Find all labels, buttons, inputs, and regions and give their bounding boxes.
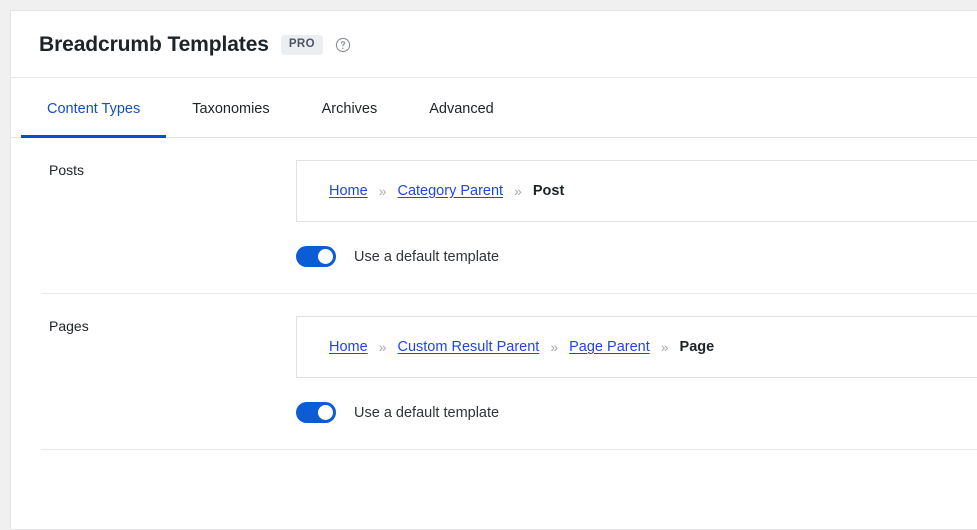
default-template-toggle-posts[interactable] bbox=[296, 246, 336, 267]
breadcrumb-current-page: Page bbox=[679, 339, 715, 355]
page-title: Breadcrumb Templates bbox=[39, 32, 269, 56]
toggle-knob bbox=[318, 405, 333, 420]
help-circle-icon[interactable] bbox=[335, 37, 351, 53]
breadcrumb: Home » Custom Result Parent » Page Paren… bbox=[329, 339, 714, 355]
settings-row-pages: Pages Home » Custom Result Parent » Page… bbox=[41, 294, 977, 450]
breadcrumb-preview-posts: Home » Category Parent » Post bbox=[296, 160, 977, 222]
breadcrumb-preview-pages: Home » Custom Result Parent » Page Paren… bbox=[296, 316, 977, 378]
toggle-label-pages: Use a default template bbox=[354, 404, 500, 421]
breadcrumb: Home » Category Parent » Post bbox=[329, 183, 564, 199]
tab-advanced[interactable]: Advanced bbox=[403, 101, 520, 139]
page-header: Breadcrumb Templates PRO bbox=[11, 11, 977, 78]
row-label-pages: Pages bbox=[49, 318, 89, 334]
breadcrumb-separator-icon: » bbox=[378, 183, 387, 199]
pro-badge: PRO bbox=[280, 35, 323, 55]
toggle-row-posts: Use a default template bbox=[296, 246, 977, 267]
breadcrumb-link-home[interactable]: Home bbox=[329, 339, 368, 355]
breadcrumb-link-category-parent[interactable]: Category Parent bbox=[397, 183, 503, 199]
breadcrumb-separator-icon: » bbox=[514, 183, 522, 199]
breadcrumb-link-custom-result-parent[interactable]: Custom Result Parent bbox=[397, 339, 539, 355]
breadcrumb-separator-icon: » bbox=[660, 339, 669, 355]
tab-taxonomies[interactable]: Taxonomies bbox=[166, 101, 295, 139]
toggle-row-pages: Use a default template bbox=[296, 402, 977, 423]
default-template-toggle-pages[interactable] bbox=[296, 402, 336, 423]
settings-panel: Breadcrumb Templates PRO Content Types T… bbox=[10, 10, 977, 530]
tab-bar: Content Types Taxonomies Archives Advanc… bbox=[11, 78, 977, 138]
row-content-pages: Home » Custom Result Parent » Page Paren… bbox=[296, 316, 977, 423]
breadcrumb-separator-icon: » bbox=[378, 339, 387, 355]
toggle-knob bbox=[318, 249, 333, 264]
breadcrumb-link-home[interactable]: Home bbox=[329, 183, 368, 199]
breadcrumb-separator-icon: » bbox=[550, 339, 559, 355]
toggle-label-posts: Use a default template bbox=[354, 248, 500, 265]
breadcrumb-link-page-parent[interactable]: Page Parent bbox=[569, 339, 650, 355]
settings-row-posts: Posts Home » Category Parent » Post Use … bbox=[41, 138, 977, 294]
breadcrumb-current-post: Post bbox=[532, 183, 565, 199]
row-label-posts: Posts bbox=[49, 162, 85, 178]
tab-archives[interactable]: Archives bbox=[296, 101, 404, 139]
tab-content-types[interactable]: Content Types bbox=[21, 101, 167, 138]
row-content-posts: Home » Category Parent » Post Use a defa… bbox=[296, 160, 977, 267]
